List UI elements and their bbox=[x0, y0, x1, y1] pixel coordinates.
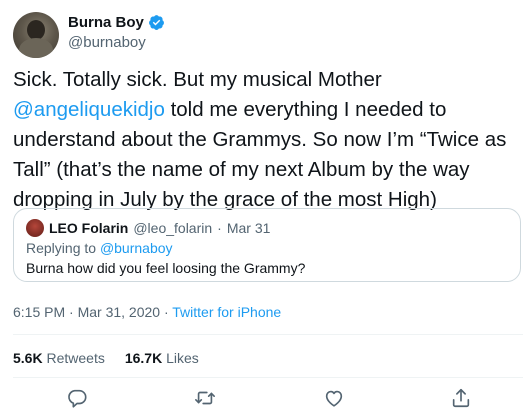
author-name-row: Burna Boy bbox=[68, 14, 165, 31]
retweets-label: Retweets bbox=[46, 350, 105, 366]
separator-dot: · bbox=[217, 220, 222, 236]
verified-badge-icon bbox=[148, 14, 165, 31]
author-handle[interactable]: @burnaboy bbox=[68, 34, 146, 51]
divider bbox=[13, 334, 523, 335]
tweet-text: Sick. Totally sick. But my musical Mothe… bbox=[13, 65, 523, 215]
quoted-tweet-card[interactable]: LEO Folarin @leo_folarin · Mar 31 Replyi… bbox=[13, 208, 521, 282]
replying-to-line: Replying to @burnaboy bbox=[26, 240, 173, 256]
tweet-text-part: Sick. Totally sick. But my musical Mothe… bbox=[13, 68, 382, 91]
likes-stat[interactable]: 16.7K Likes bbox=[125, 350, 199, 366]
quoted-tweet-date: Mar 31 bbox=[226, 220, 271, 236]
tweet-source-link[interactable]: Twitter for iPhone bbox=[172, 304, 281, 320]
retweets-stat[interactable]: 5.6K Retweets bbox=[13, 350, 105, 366]
share-icon[interactable] bbox=[450, 387, 472, 409]
retweets-count: 5.6K bbox=[13, 350, 43, 366]
divider bbox=[13, 377, 523, 378]
quoted-tweet-text: Burna how did you feel loosing the Gramm… bbox=[26, 260, 306, 276]
author-avatar[interactable] bbox=[13, 12, 59, 58]
avatar-head bbox=[27, 20, 45, 40]
quoted-tweet-header: LEO Folarin @leo_folarin · Mar 31 bbox=[26, 219, 270, 237]
author-display-name[interactable]: Burna Boy bbox=[68, 14, 144, 31]
reply-icon[interactable] bbox=[66, 387, 88, 409]
replying-to-prefix: Replying to bbox=[26, 240, 100, 256]
tweet-timestamp[interactable]: 6:15 PM · Mar 31, 2020 · bbox=[13, 304, 172, 320]
likes-count: 16.7K bbox=[124, 350, 163, 366]
quoted-author-name: LEO Folarin bbox=[49, 220, 129, 236]
mention-link[interactable]: @angeliquekidjo bbox=[13, 98, 165, 121]
quoted-author-handle: @leo_folarin bbox=[133, 220, 213, 236]
tweet-stats: 5.6K Retweets 16.7K Likes bbox=[13, 350, 199, 366]
replying-to-mention[interactable]: @burnaboy bbox=[100, 240, 173, 256]
tweet-actions bbox=[0, 387, 532, 413]
retweet-icon[interactable] bbox=[194, 387, 216, 409]
quoted-author-avatar bbox=[26, 219, 44, 237]
tweet-meta: 6:15 PM · Mar 31, 2020 · Twitter for iPh… bbox=[13, 304, 281, 320]
likes-label: Likes bbox=[166, 350, 199, 366]
avatar-body bbox=[19, 38, 53, 58]
like-icon[interactable] bbox=[323, 387, 345, 409]
